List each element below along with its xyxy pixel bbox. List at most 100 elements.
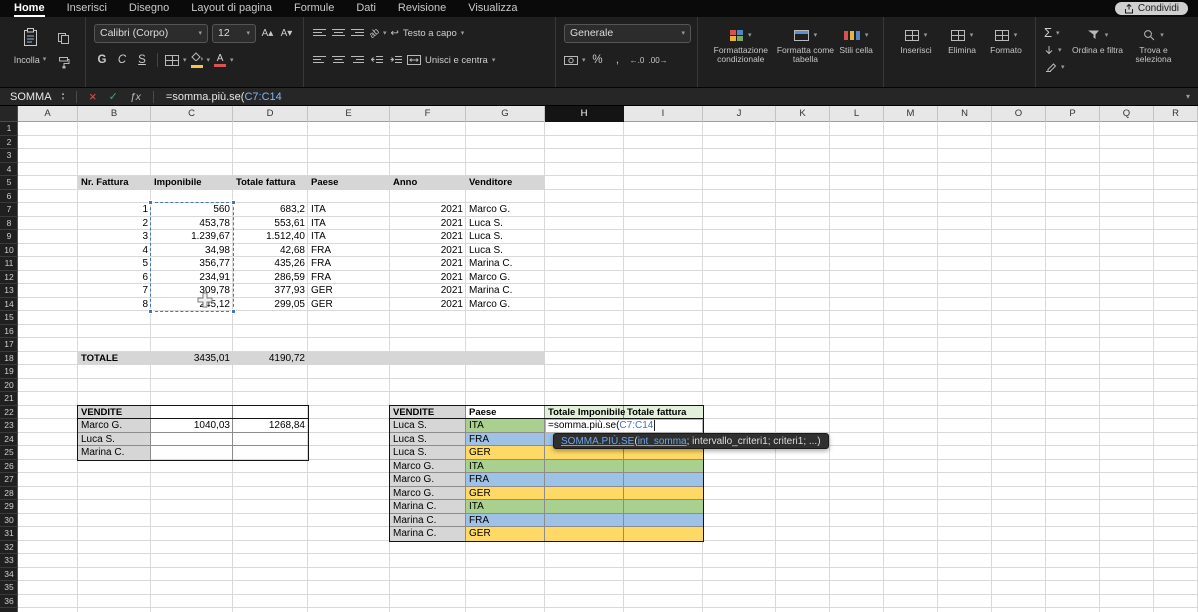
cell-F27[interactable]: Marco G.: [390, 473, 466, 487]
row-header-2[interactable]: 2: [0, 136, 18, 150]
decrease-decimal-button[interactable]: ←.0: [630, 51, 645, 69]
cell-G7[interactable]: Marco G.: [466, 203, 545, 217]
sort-filter-button[interactable]: Ordina e filtra: [1071, 23, 1125, 87]
increase-indent-button[interactable]: [388, 51, 403, 69]
cell-I22[interactable]: Totale fattura: [624, 406, 703, 420]
row-header-13[interactable]: 13: [0, 284, 18, 298]
tab-disegno[interactable]: Disegno: [129, 0, 169, 17]
cell-D5[interactable]: Totale fattura: [233, 176, 308, 190]
row-header-17[interactable]: 17: [0, 338, 18, 352]
name-box-stepper[interactable]: [56, 92, 70, 101]
cell-D9[interactable]: 1.512,40: [233, 230, 308, 244]
fill-button[interactable]: [1044, 42, 1065, 57]
font-size-select[interactable]: 12: [212, 24, 256, 43]
cell-F9[interactable]: 2021: [390, 230, 466, 244]
align-middle-button[interactable]: [331, 24, 346, 42]
cell-D12[interactable]: 286,59: [233, 271, 308, 285]
row-header-25[interactable]: 25: [0, 446, 18, 460]
align-bottom-button[interactable]: [350, 24, 365, 42]
clear-button[interactable]: [1044, 59, 1065, 74]
cell-B12[interactable]: 6: [78, 271, 151, 285]
cell-G9[interactable]: Luca S.: [466, 230, 545, 244]
cell-C5[interactable]: Imponibile: [151, 176, 233, 190]
share-button[interactable]: Condividi: [1115, 2, 1188, 15]
cell-E13[interactable]: GER: [308, 284, 390, 298]
cell-G8[interactable]: Luca S.: [466, 217, 545, 231]
cell-F28[interactable]: Marco G.: [390, 487, 466, 501]
cancel-entry-button[interactable]: [89, 89, 97, 104]
column-header-L[interactable]: L: [830, 106, 884, 122]
delete-cells-button[interactable]: Elimina: [940, 23, 984, 87]
tab-visualizza[interactable]: Visualizza: [468, 0, 517, 17]
cell-G10[interactable]: Luca S.: [466, 244, 545, 258]
cell-E14[interactable]: GER: [308, 298, 390, 312]
row-header-28[interactable]: 28: [0, 487, 18, 501]
cell-D23[interactable]: 1268,84: [233, 419, 308, 433]
tab-dati[interactable]: Dati: [356, 0, 376, 17]
row-header-34[interactable]: 34: [0, 568, 18, 582]
cell-B22[interactable]: VENDITE: [78, 406, 151, 420]
column-header-O[interactable]: O: [992, 106, 1046, 122]
cell-E7[interactable]: ITA: [308, 203, 390, 217]
row-header-29[interactable]: 29: [0, 500, 18, 514]
cell-G22[interactable]: Paese: [466, 406, 545, 420]
cell-H22[interactable]: Totale Imponibile: [545, 406, 624, 420]
cell-F25[interactable]: Luca S.: [390, 446, 466, 460]
select-all-corner[interactable]: [0, 106, 18, 122]
cell-F23[interactable]: Luca S.: [390, 419, 466, 433]
row-header-23[interactable]: 23: [0, 419, 18, 433]
cell-F24[interactable]: Luca S.: [390, 433, 466, 447]
row-header-20[interactable]: 20: [0, 379, 18, 393]
cell-B9[interactable]: 3: [78, 230, 151, 244]
cell-B25[interactable]: Marina C.: [78, 446, 151, 460]
row-header-26[interactable]: 26: [0, 460, 18, 474]
find-select-button[interactable]: Trova e seleziona: [1125, 23, 1183, 87]
cell-D7[interactable]: 683,2: [233, 203, 308, 217]
percent-style-button[interactable]: %: [590, 51, 606, 69]
comma-style-button[interactable]: ,: [610, 51, 626, 69]
row-header-35[interactable]: 35: [0, 581, 18, 595]
cell-B10[interactable]: 4: [78, 244, 151, 258]
cell-styles-button[interactable]: Stili cella: [835, 23, 877, 87]
cell-E10[interactable]: FRA: [308, 244, 390, 258]
formula-input[interactable]: =somma.più.se(C7:C14: [166, 91, 1186, 103]
borders-button[interactable]: [165, 51, 187, 69]
cell-editor[interactable]: =somma.più.se(C7:C14: [545, 419, 703, 433]
grow-font-button[interactable]: [260, 24, 275, 42]
function-tooltip-link[interactable]: SOMMA.PIÙ.SE: [561, 436, 634, 447]
column-header-D[interactable]: D: [233, 106, 308, 122]
format-as-table-button[interactable]: Formatta come tabella: [776, 23, 836, 87]
wrap-text-button[interactable]: Testo a capo: [391, 24, 465, 42]
row-header-3[interactable]: 3: [0, 149, 18, 163]
row-header-22[interactable]: 22: [0, 406, 18, 420]
cell-B23[interactable]: Marco G.: [78, 419, 151, 433]
cell-G24[interactable]: FRA: [466, 433, 545, 447]
column-header-A[interactable]: A: [18, 106, 78, 122]
column-header-I[interactable]: I: [624, 106, 703, 122]
row-header-19[interactable]: 19: [0, 365, 18, 379]
column-header-M[interactable]: M: [884, 106, 938, 122]
cell-G25[interactable]: GER: [466, 446, 545, 460]
row-header-5[interactable]: 5: [0, 176, 18, 190]
cell-B8[interactable]: 2: [78, 217, 151, 231]
cell-F22[interactable]: VENDITE: [390, 406, 466, 420]
tab-inserisci[interactable]: Inserisci: [67, 0, 107, 17]
row-header-36[interactable]: 36: [0, 595, 18, 609]
row-header-18[interactable]: 18: [0, 352, 18, 366]
autosum-button[interactable]: Σ: [1044, 25, 1065, 40]
row-header-15[interactable]: 15: [0, 311, 18, 325]
cell-F8[interactable]: 2021: [390, 217, 466, 231]
merge-center-button[interactable]: Unisci e centra: [407, 51, 495, 69]
underline-button[interactable]: S: [134, 51, 150, 69]
cell-G29[interactable]: ITA: [466, 500, 545, 514]
row-header-24[interactable]: 24: [0, 433, 18, 447]
cell-B5[interactable]: Nr. Fattura: [78, 176, 151, 190]
column-header-G[interactable]: G: [466, 106, 545, 122]
cell-D8[interactable]: 553,61: [233, 217, 308, 231]
row-header-30[interactable]: 30: [0, 514, 18, 528]
shrink-font-button[interactable]: [279, 24, 294, 42]
format-painter-button[interactable]: [56, 53, 71, 71]
cell-F14[interactable]: 2021: [390, 298, 466, 312]
decrease-indent-button[interactable]: [369, 51, 384, 69]
currency-format-button[interactable]: [564, 51, 586, 69]
